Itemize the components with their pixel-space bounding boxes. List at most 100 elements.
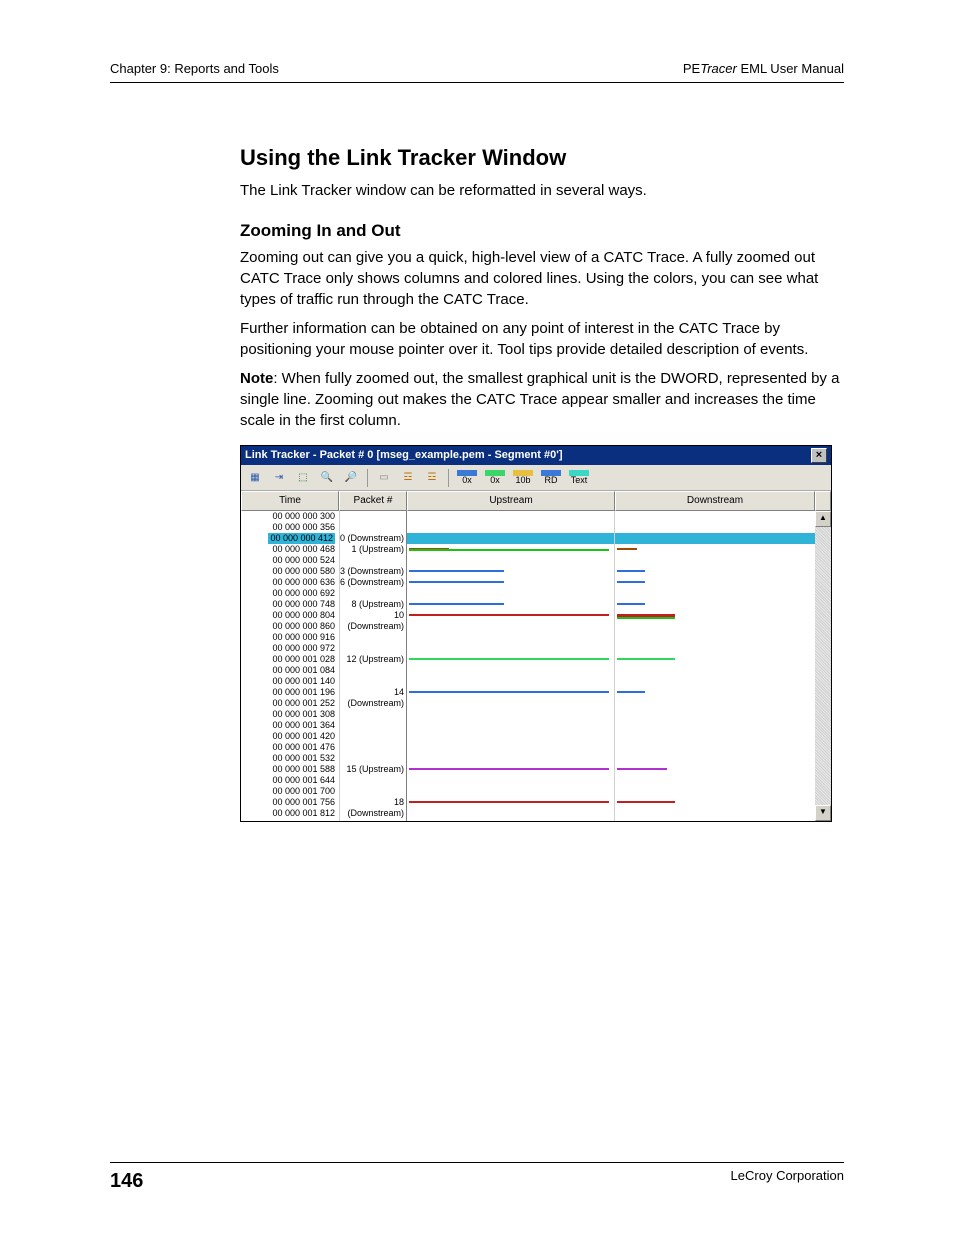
time-value: 00 000 000 524 <box>272 555 335 566</box>
heading-zoom: Zooming In and Out <box>240 219 844 243</box>
traffic-bar <box>617 658 675 660</box>
link-tracker-headers: Time Packet # Upstream Downstream <box>241 491 831 511</box>
packet-label: 14 (Downstream) <box>340 687 404 698</box>
traffic-bar <box>409 581 504 583</box>
col-time[interactable]: Time <box>241 491 339 511</box>
packet-label: 8 (Upstream) <box>340 599 404 610</box>
time-value: 00 000 000 804 <box>272 610 335 621</box>
time-value: 00 000 001 588 <box>272 764 335 775</box>
time-value: 00 000 001 028 <box>272 654 335 665</box>
scrollbar[interactable]: ▲ ▼ <box>815 511 831 821</box>
collapse-icon[interactable]: ⇥ <box>269 468 289 487</box>
page-number: 146 <box>110 1167 143 1195</box>
time-value: 00 000 000 916 <box>272 632 335 643</box>
time-value: 00 000 001 532 <box>272 753 335 764</box>
traffic-bar <box>409 658 609 660</box>
time-value: 00 000 001 308 <box>272 709 335 720</box>
packet-label: 15 (Upstream) <box>340 764 404 775</box>
traffic-bar <box>409 614 609 616</box>
fmt-10b[interactable]: 10b <box>511 470 535 486</box>
time-value: 00 000 000 748 <box>272 599 335 610</box>
packet-label: 10 (Downstream) <box>340 610 404 621</box>
link-tracker-titlebar[interactable]: Link Tracker - Packet # 0 [mseg_example.… <box>241 446 831 465</box>
note-paragraph: Note: When fully zoomed out, the smalles… <box>240 368 844 431</box>
zoom-in-icon[interactable]: 🔍 <box>317 468 337 487</box>
traffic-bar <box>617 603 645 605</box>
traffic-bar <box>617 768 667 770</box>
time-value: 00 000 000 972 <box>272 643 335 654</box>
toolbar-separator <box>367 469 368 487</box>
time-value: 00 000 001 364 <box>272 720 335 731</box>
selection-highlight-down <box>615 533 815 544</box>
col-upstream[interactable]: Upstream <box>407 491 615 511</box>
traffic-bar <box>409 570 504 572</box>
time-value: 00 000 000 468 <box>272 544 335 555</box>
packet-label: 18 (Downstream) <box>340 797 404 808</box>
time-value: 00 000 000 412 <box>268 533 335 544</box>
traffic-bar <box>617 548 637 550</box>
grid-icon[interactable]: ▦ <box>245 468 265 487</box>
fmt-rd[interactable]: RD <box>539 470 563 486</box>
downstream-column <box>615 511 815 821</box>
link-tracker-body[interactable]: 00 000 000 30000 000 000 35600 000 000 4… <box>241 511 831 821</box>
time-value: 00 000 001 700 <box>272 786 335 797</box>
heading-main: Using the Link Tracker Window <box>240 143 844 174</box>
packet-column: 0 (Downstream)1 (Upstream) 3 (Downstream)… <box>339 511 407 821</box>
footer-company: LeCroy Corporation <box>731 1167 844 1195</box>
link-tracker-toolbar: ▦ ⇥ ⬚ 🔍 🔎 ▭ ☲ ☲ 0x 0x 10b RD Text <box>241 465 831 491</box>
header-left: Chapter 9: Reports and Tools <box>110 60 279 78</box>
page-footer: 146 LeCroy Corporation <box>110 1162 844 1195</box>
traffic-bar <box>409 603 504 605</box>
col-downstream[interactable]: Downstream <box>615 491 815 511</box>
time-value: 00 000 000 860 <box>272 621 335 632</box>
time-value: 00 000 000 692 <box>272 588 335 599</box>
traffic-bar <box>617 570 645 572</box>
time-value: 00 000 001 812 <box>272 808 335 819</box>
packet-icon[interactable]: ▭ <box>374 468 394 487</box>
note-label: Note <box>240 370 273 387</box>
traffic-bar <box>409 768 609 770</box>
zoom-paragraph-2: Further information can be obtained on a… <box>240 318 844 360</box>
layer-icon-2[interactable]: ☲ <box>422 468 442 487</box>
time-value: 00 000 001 084 <box>272 665 335 676</box>
time-value: 00 000 000 580 <box>272 566 335 577</box>
time-value: 00 000 000 356 <box>272 522 335 533</box>
time-value: 00 000 001 756 <box>272 797 335 808</box>
traffic-bar <box>617 691 645 693</box>
traffic-bar <box>617 617 675 619</box>
time-value: 00 000 001 420 <box>272 731 335 742</box>
layer-icon-1[interactable]: ☲ <box>398 468 418 487</box>
traffic-bar <box>409 801 609 803</box>
expand-icon[interactable]: ⬚ <box>293 468 313 487</box>
page-header: Chapter 9: Reports and Tools PETracer EM… <box>110 60 844 83</box>
col-scroll-head <box>815 491 831 511</box>
scroll-down-icon[interactable]: ▼ <box>815 805 831 821</box>
col-packet[interactable]: Packet # <box>339 491 407 511</box>
link-tracker-title: Link Tracker - Packet # 0 [mseg_example.… <box>245 448 562 463</box>
intro-paragraph: The Link Tracker window can be reformatt… <box>240 180 844 201</box>
close-icon[interactable]: × <box>811 448 827 463</box>
time-value: 00 000 000 300 <box>272 511 335 522</box>
traffic-bar <box>409 549 609 551</box>
fmt-0x-2[interactable]: 0x <box>483 470 507 486</box>
fmt-text[interactable]: Text <box>567 470 591 486</box>
packet-label: 3 (Downstream) <box>340 566 404 577</box>
time-value: 00 000 001 196 <box>272 687 335 698</box>
time-column: 00 000 000 30000 000 000 35600 000 000 4… <box>241 511 339 821</box>
traffic-bar <box>617 801 675 803</box>
zoom-paragraph-1: Zooming out can give you a quick, high-l… <box>240 247 844 310</box>
link-tracker-window: Link Tracker - Packet # 0 [mseg_example.… <box>240 445 832 822</box>
selection-highlight-up <box>407 533 614 544</box>
packet-label: 1 (Upstream) <box>340 544 404 555</box>
time-value: 00 000 001 140 <box>272 676 335 687</box>
zoom-out-icon[interactable]: 🔎 <box>341 468 361 487</box>
upstream-column <box>407 511 615 821</box>
fmt-0x-1[interactable]: 0x <box>455 470 479 486</box>
scroll-up-icon[interactable]: ▲ <box>815 511 831 527</box>
time-value: 00 000 001 252 <box>272 698 335 709</box>
packet-label: 6 (Downstream) <box>340 577 404 588</box>
header-right: PETracer EML User Manual <box>683 60 844 78</box>
packet-label: 0 (Downstream) <box>340 533 404 544</box>
time-value: 00 000 001 476 <box>272 742 335 753</box>
traffic-bar <box>409 691 609 693</box>
